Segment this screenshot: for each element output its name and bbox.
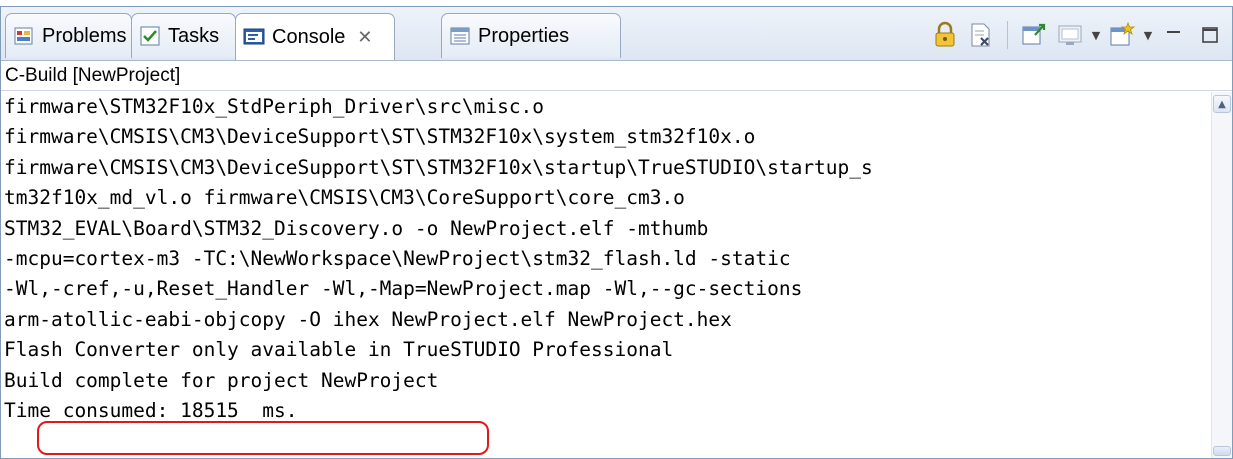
console-icon	[242, 25, 266, 49]
close-icon[interactable]: ✕	[357, 27, 372, 48]
tab-label: Tasks	[168, 24, 220, 47]
tab-label: Properties	[478, 24, 570, 47]
console-line: -Wl,-cref,-u,Reset_Handler -Wl,-Map=NewP…	[4, 277, 803, 301]
vertical-scrollbar[interactable]: ▲	[1211, 92, 1232, 458]
console-line: firmware\STM32F10x_StdPeriph_Driver\src\…	[4, 95, 545, 118]
console-title: C-Build [NewProject]	[1, 61, 1232, 91]
display-selected-console-icon[interactable]	[1054, 19, 1086, 51]
scroll-lock-icon[interactable]	[929, 19, 961, 51]
scroll-up-icon[interactable]: ▲	[1213, 95, 1231, 113]
tab-label: Problems	[42, 24, 127, 47]
toolbar-separator	[1007, 21, 1008, 49]
tab-problems[interactable]: Problems	[5, 13, 132, 58]
console-line: Time consumed: 18515 ms.	[4, 398, 298, 422]
view-tab-bar: Problems Tasks Console ✕ Properties ▼ ▼	[1, 7, 1232, 61]
tab-console[interactable]: Console ✕	[235, 13, 395, 60]
console-line: Build complete for project NewProject	[4, 368, 439, 392]
pin-console-icon[interactable]	[1018, 19, 1050, 51]
chevron-down-icon[interactable]: ▼	[1090, 29, 1102, 42]
problems-icon	[12, 24, 36, 48]
console-view: Problems Tasks Console ✕ Properties ▼ ▼ …	[0, 6, 1233, 459]
maximize-icon[interactable]	[1194, 19, 1226, 51]
console-line: STM32_EVAL\Board\STM32_Discovery.o -o Ne…	[4, 216, 709, 240]
console-output[interactable]: firmware\STM32F10x_StdPeriph_Driver\src\…	[1, 92, 1213, 458]
minimize-icon[interactable]	[1158, 19, 1190, 51]
chevron-down-icon[interactable]: ▼	[1142, 29, 1154, 42]
properties-icon	[448, 24, 472, 48]
tab-properties[interactable]: Properties	[441, 13, 621, 58]
console-line: firmware\CMSIS\CM3\DeviceSupport\ST\STM3…	[4, 155, 873, 179]
console-line: tm32f10x_md_vl.o firmware\CMSIS\CM3\Core…	[4, 186, 685, 210]
clear-console-icon[interactable]	[965, 19, 997, 51]
tab-tasks[interactable]: Tasks	[131, 13, 236, 58]
console-line: firmware\CMSIS\CM3\DeviceSupport\ST\STM3…	[4, 125, 756, 149]
console-line: -mcpu=cortex-m3 -TC:\NewWorkspace\NewPro…	[4, 246, 791, 270]
tab-label: Console	[272, 25, 346, 48]
console-line: arm-atollic-eabi-objcopy -O ihex NewProj…	[4, 307, 732, 331]
open-console-icon[interactable]	[1106, 19, 1138, 51]
scroll-thumb[interactable]	[1213, 446, 1231, 456]
view-toolbar: ▼ ▼	[929, 15, 1226, 55]
tasks-icon	[138, 24, 162, 48]
console-line: Flash Converter only available in TrueST…	[4, 338, 674, 362]
